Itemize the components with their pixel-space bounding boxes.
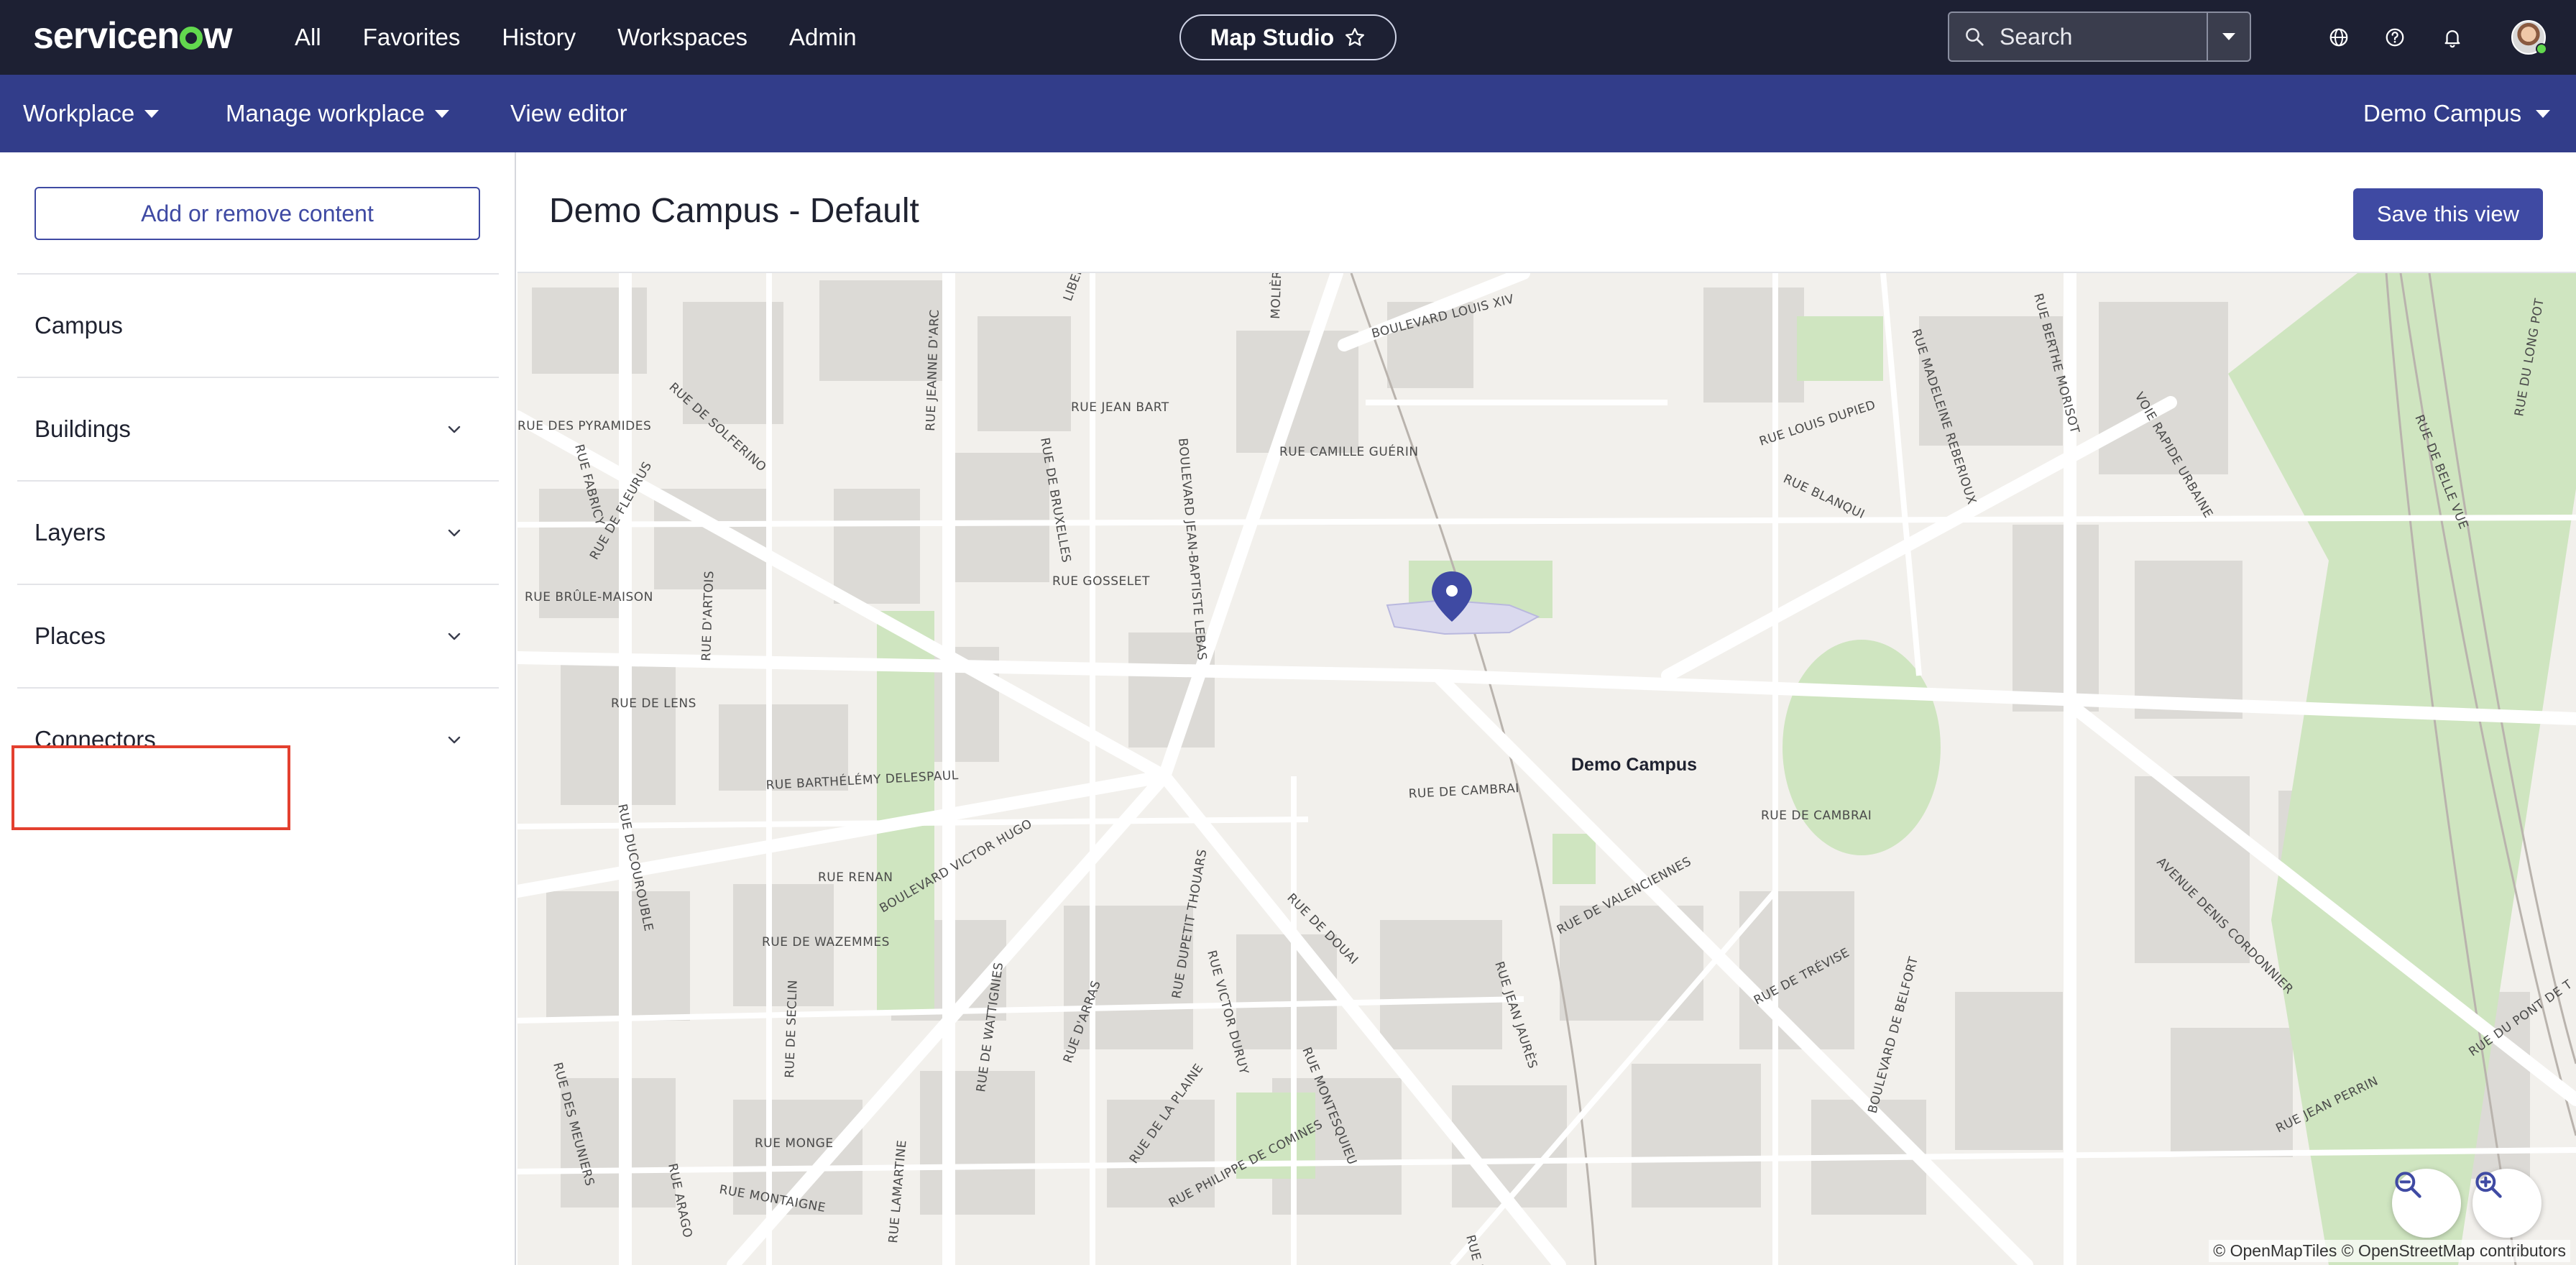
street-label: MOLIÈRE	[1267, 273, 1285, 319]
street-label: RUE JEAN BART	[1071, 400, 1169, 415]
street-label: RUE D'ARTOIS	[699, 571, 717, 662]
street-label: RUE DE WAZEMMES	[762, 935, 890, 949]
panel-item-connectors[interactable]: Connectors	[17, 687, 499, 791]
workplace-menu[interactable]: Workplace	[23, 75, 160, 152]
nav-link-history[interactable]: History	[502, 24, 576, 51]
manage-workplace-label: Manage workplace	[226, 100, 425, 126]
workplace-menu-label: Workplace	[23, 100, 135, 126]
chevron-down-icon[interactable]	[446, 628, 463, 645]
campus-selector-label: Demo Campus	[2363, 100, 2522, 126]
map-canvas[interactable]: RUE DES PYRAMIDES RUE DE SOLFERINO RUE J…	[518, 273, 2576, 1265]
street-label: RUE DE LENS	[611, 696, 696, 711]
panel-item-label: Buildings	[34, 415, 131, 442]
panel-item-label: Campus	[34, 312, 123, 339]
campus-map[interactable]: RUE DES PYRAMIDES RUE DE SOLFERINO RUE J…	[518, 273, 2576, 1265]
view-editor-label: View editor	[510, 100, 627, 126]
zoom-in-icon	[2475, 1172, 2502, 1198]
street-label: RUE LAMARTINE	[886, 1139, 909, 1243]
street-label: BOULEVARD DE BELFORT	[1866, 955, 1922, 1116]
panel-item-label: Connectors	[34, 726, 156, 753]
nav-link-workspaces[interactable]: Workspaces	[617, 24, 748, 51]
zoom-out-button[interactable]	[2392, 1169, 2461, 1238]
add-remove-content-button[interactable]: Add or remove content	[34, 187, 480, 240]
content-list: Campus Buildings Layers Places Connector…	[17, 273, 499, 791]
nav-link-admin[interactable]: Admin	[789, 24, 857, 51]
caret-down-icon	[435, 109, 449, 118]
zoom-in-button[interactable]	[2472, 1169, 2542, 1238]
street-label: BOULEVARD JEAN-BAPTISTE LEBAS	[1175, 438, 1209, 661]
street-label: RUE DE DOUAI	[1463, 1233, 1501, 1265]
street-label: LIBERTÉ	[1059, 273, 1092, 303]
servicenow-logo[interactable]: servicen w	[33, 12, 233, 60]
star-icon[interactable]	[1344, 27, 1366, 48]
street-label: RUE CAMILLE GUÉRIN	[1279, 443, 1419, 459]
global-search[interactable]: Search	[1948, 12, 2251, 62]
street-label: RUE DE SECLIN	[783, 980, 801, 1078]
building-blocks	[532, 280, 2530, 1215]
save-view-button[interactable]: Save this view	[2353, 188, 2543, 240]
panel-item-label: Places	[34, 622, 106, 649]
map-studio-pill[interactable]: Map Studio	[1179, 14, 1397, 60]
user-avatar[interactable]	[2511, 20, 2547, 55]
globe-icon[interactable]	[2323, 22, 2355, 53]
street-label: RUE DE CAMBRAI	[1761, 809, 1872, 823]
campus-pin-label[interactable]: Demo Campus	[1571, 755, 1697, 776]
street-label: RUE RENAN	[818, 870, 893, 885]
caret-down-icon	[2536, 109, 2551, 118]
page-title: Demo Campus - Default	[549, 192, 919, 230]
help-icon[interactable]	[2379, 22, 2411, 53]
chevron-down-icon[interactable]	[446, 732, 463, 749]
chevron-down-icon[interactable]	[446, 421, 463, 438]
workplace-subnav: Workplace Manage workplace View editor D…	[0, 75, 2576, 152]
view-editor-link[interactable]: View editor	[510, 75, 627, 152]
caret-down-icon	[144, 109, 160, 118]
nav-link-all[interactable]: All	[295, 24, 321, 51]
street-label: RUE BLANQUI	[1781, 472, 1867, 522]
search-scope-dropdown[interactable]	[2207, 13, 2250, 60]
map-studio-label: Map Studio	[1210, 24, 1335, 50]
chevron-down-icon[interactable]	[446, 525, 463, 542]
street-label: RUE DE CAMBRAI	[1408, 781, 1519, 801]
panel-item-buildings[interactable]: Buildings	[17, 377, 499, 480]
search-icon	[1949, 13, 2000, 60]
online-status-dot	[2536, 43, 2547, 55]
panel-item-layers[interactable]: Layers	[17, 480, 499, 584]
bell-icon[interactable]	[2437, 22, 2468, 53]
zoom-out-icon	[2395, 1172, 2421, 1198]
nav-link-favorites[interactable]: Favorites	[363, 24, 461, 51]
search-input[interactable]: Search	[2000, 24, 2207, 50]
street-label: RUE BRÛLE-MAISON	[525, 589, 653, 604]
view-header: Demo Campus - Default Save this view	[518, 152, 2576, 273]
map-attribution: © OpenMapTiles © OpenStreetMap contribut…	[2209, 1240, 2570, 1262]
panel-item-places[interactable]: Places	[17, 584, 499, 687]
top-navigation-bar: servicen w All Favorites History Workspac…	[0, 0, 2576, 75]
chevron-down-icon	[2222, 33, 2235, 40]
campus-selector[interactable]: Demo Campus	[2363, 75, 2551, 152]
top-nav-links: All Favorites History Workspaces Admin	[295, 0, 857, 75]
panel-item-campus[interactable]: Campus	[17, 273, 499, 377]
manage-workplace-menu[interactable]: Manage workplace	[226, 75, 449, 152]
content-panel: Add or remove content Campus Buildings L…	[0, 152, 516, 1265]
street-label: RUE GOSSELET	[1052, 574, 1150, 589]
street-label: RUE MONGE	[755, 1136, 834, 1151]
panel-item-label: Layers	[34, 519, 106, 546]
street-label: RUE DES PYRAMIDES	[518, 419, 651, 433]
